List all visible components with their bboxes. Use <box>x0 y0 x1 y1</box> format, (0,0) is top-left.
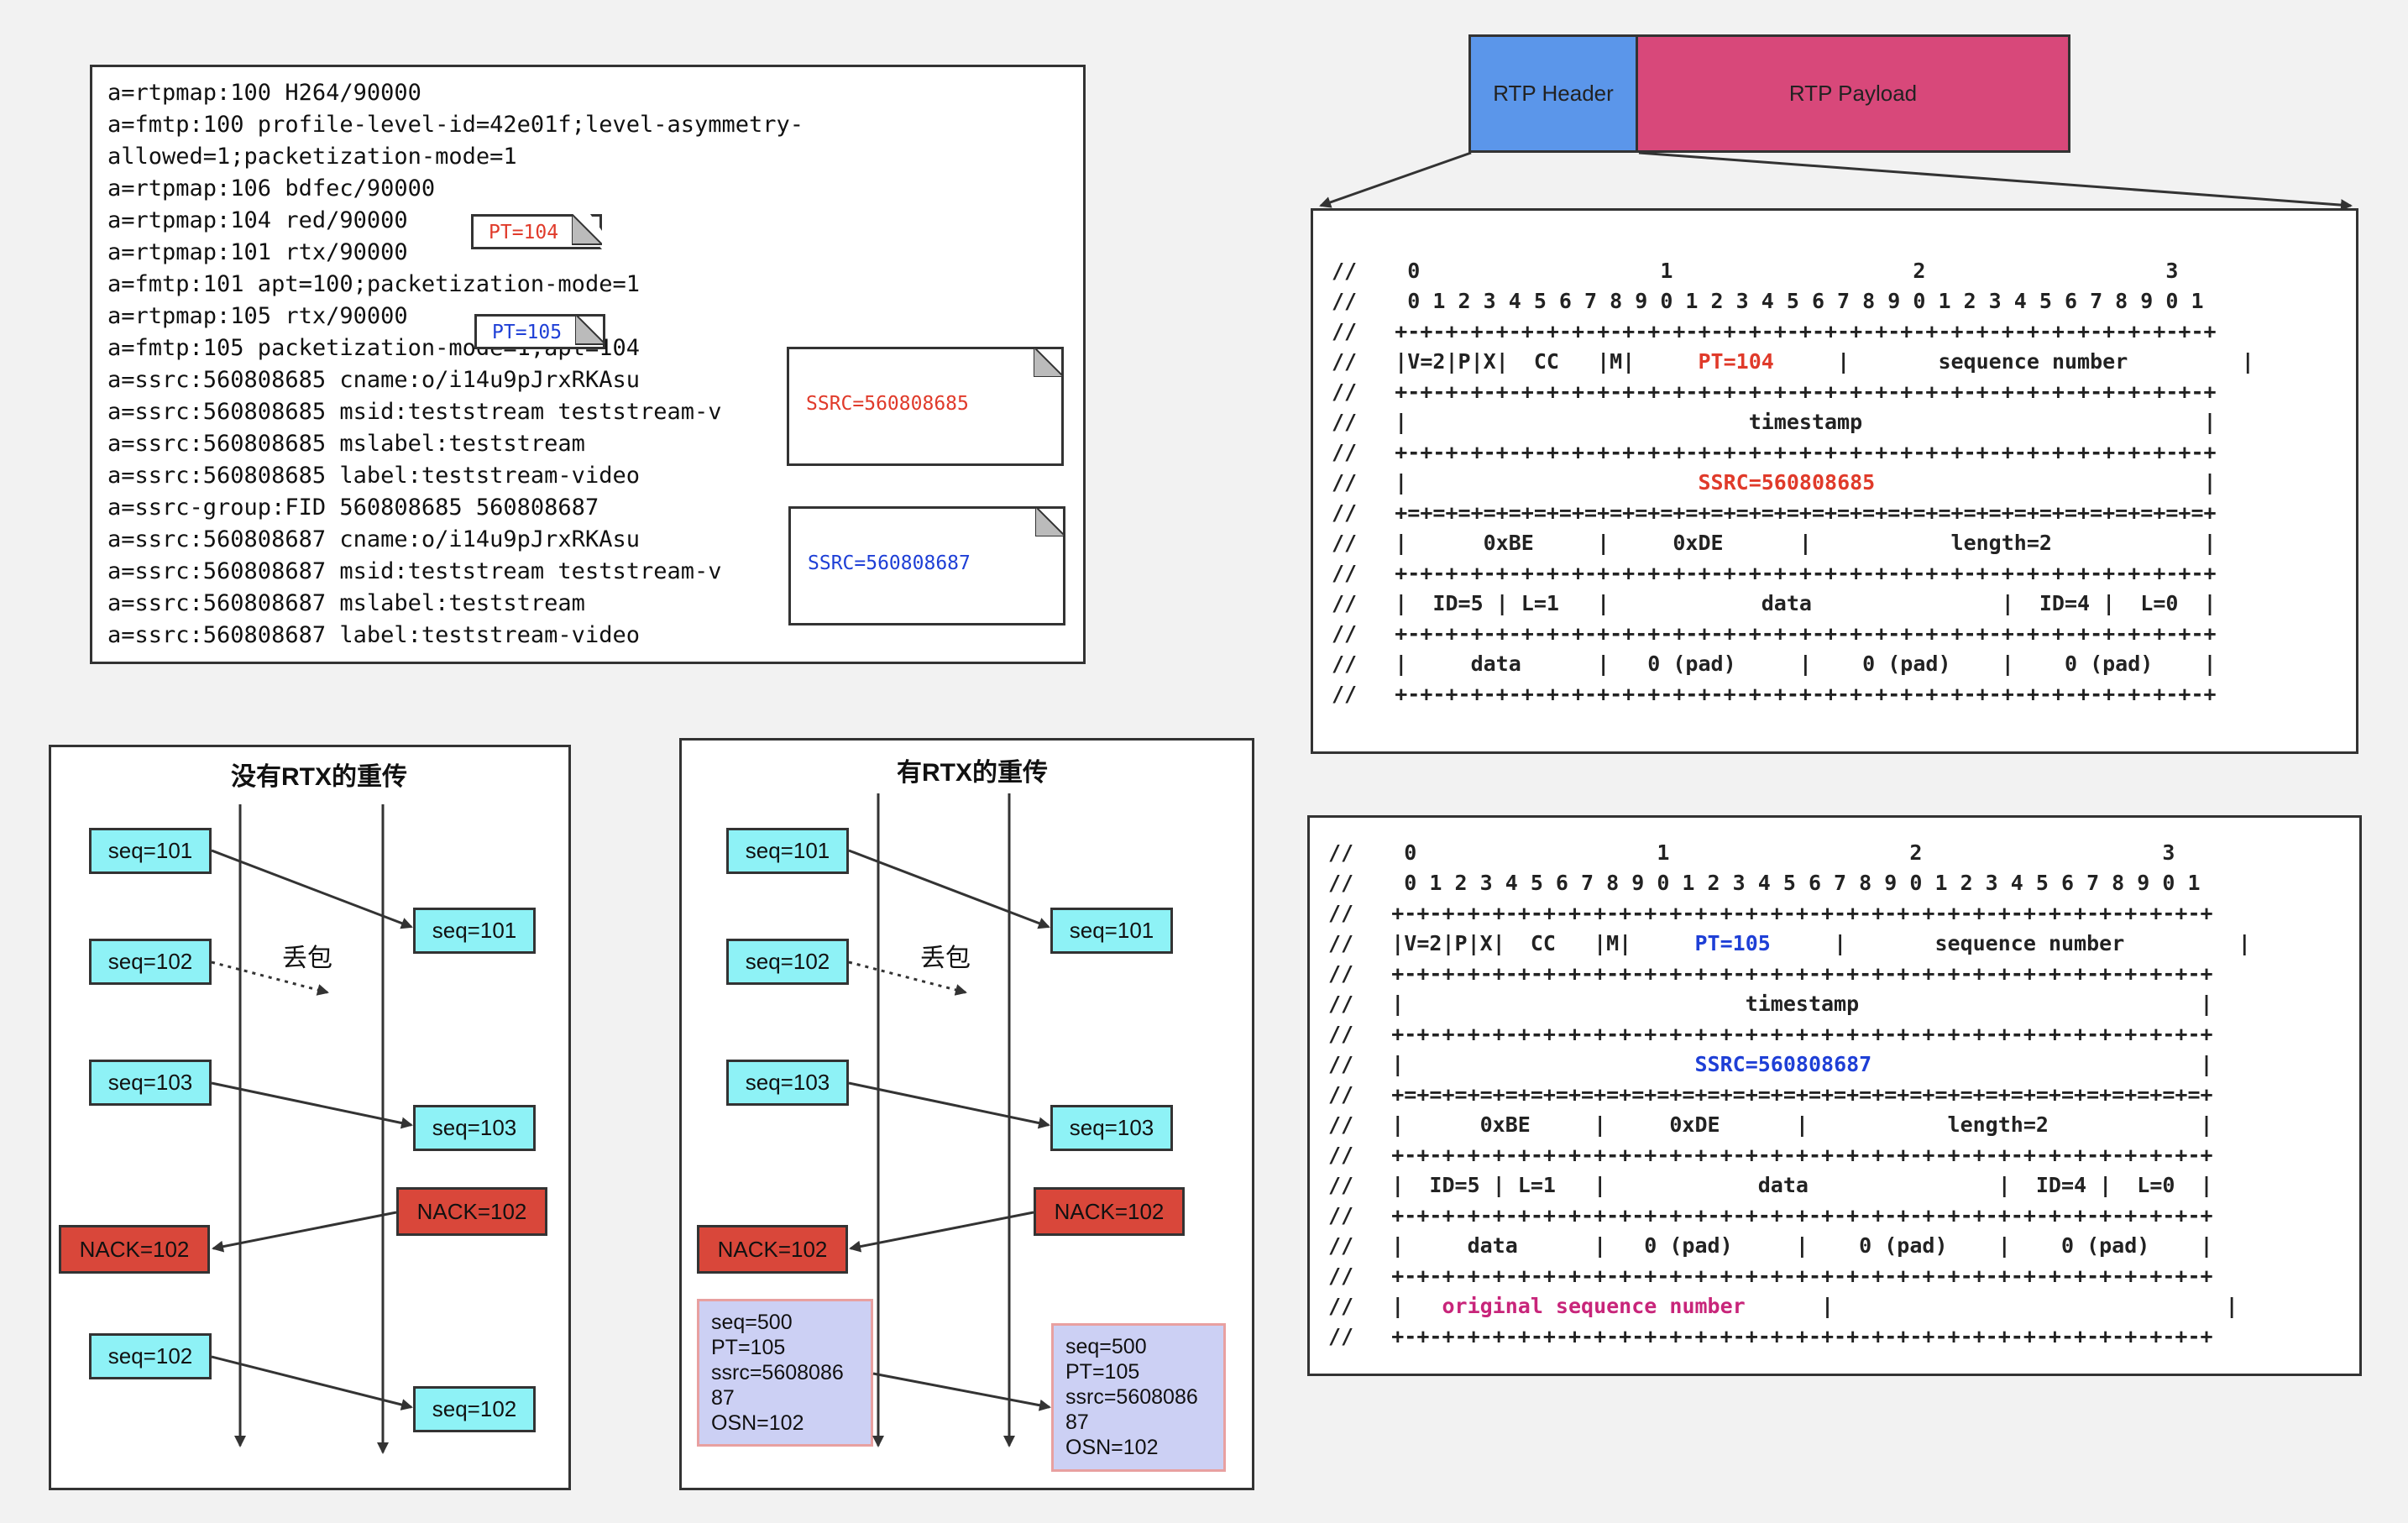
connector-overlay <box>211 151 2353 1454</box>
arrow-seq103 <box>211 1081 413 1129</box>
rtx-arrow-retx <box>872 1372 1051 1411</box>
zoom-line-left <box>1319 151 1472 208</box>
zoom-line-right <box>1638 151 2353 212</box>
arrow-seq102-lost <box>211 960 329 996</box>
rtx-arrow-seq102-lost <box>848 960 967 996</box>
arrow-seq101 <box>211 849 413 929</box>
arrow-seq102-retx <box>211 1355 413 1410</box>
